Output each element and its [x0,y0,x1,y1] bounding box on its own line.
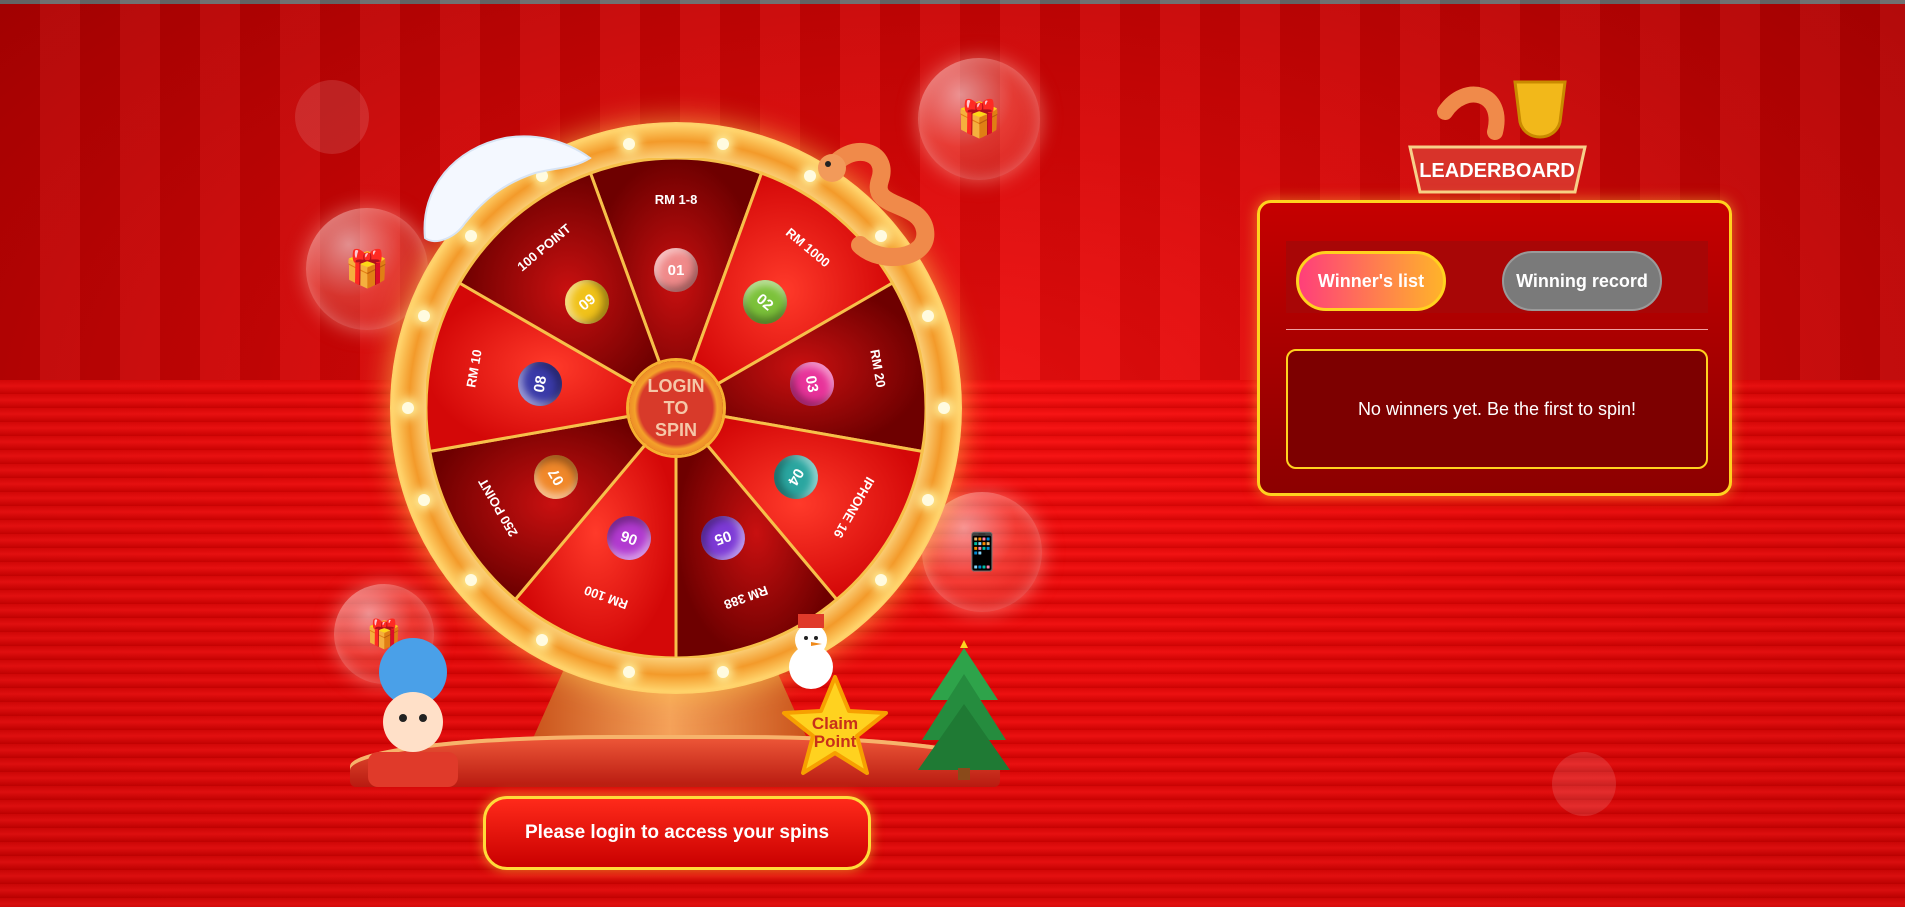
tab-divider [1286,329,1708,330]
leaderboard-logo-text: LEADERBOARD [1419,160,1575,182]
decor-circle [295,80,369,154]
wheel-segment-label: RM 1-8 [654,192,698,207]
rim-bulb [716,665,729,678]
leaderboard-panel: Winner's list Winning record No winners … [1257,200,1732,496]
wheel-ball: 01 [654,248,698,292]
rim-bulb [402,402,414,414]
snowman-icon [789,614,833,689]
tab-winners-list[interactable]: Winner's list [1296,251,1446,311]
winners-empty-state: No winners yet. Be the first to spin! [1286,349,1708,469]
rim-bulb [464,574,477,587]
hub-label: LOGIN TO SPIN [647,376,705,440]
claim-point-label: Claim Point [811,714,859,751]
phone-icon: 📱 [959,531,1005,572]
snow-cap-decoration [423,135,592,243]
gift-icon: 🎁 [344,248,390,289]
leaderboard-tabs: Winner's list Winning record [1286,241,1708,313]
login-to-access-spins-button[interactable]: Please login to access your spins [483,796,871,870]
tab-winning-record[interactable]: Winning record [1502,251,1662,311]
decor-circle [1552,752,1616,816]
rim-bulb [536,634,548,647]
gift-icon: 🎁 [956,98,1002,139]
rim-bulb [921,493,934,506]
snake-decoration [818,143,935,266]
login-to-spin-button[interactable]: LOGIN TO SPIN [629,361,723,455]
rim-bulb [418,493,431,506]
rim-bulb [938,402,950,414]
christmas-tree-icon [918,640,1010,780]
rim-bulb [716,138,729,151]
lion-dance-mascot-icon [368,638,458,787]
